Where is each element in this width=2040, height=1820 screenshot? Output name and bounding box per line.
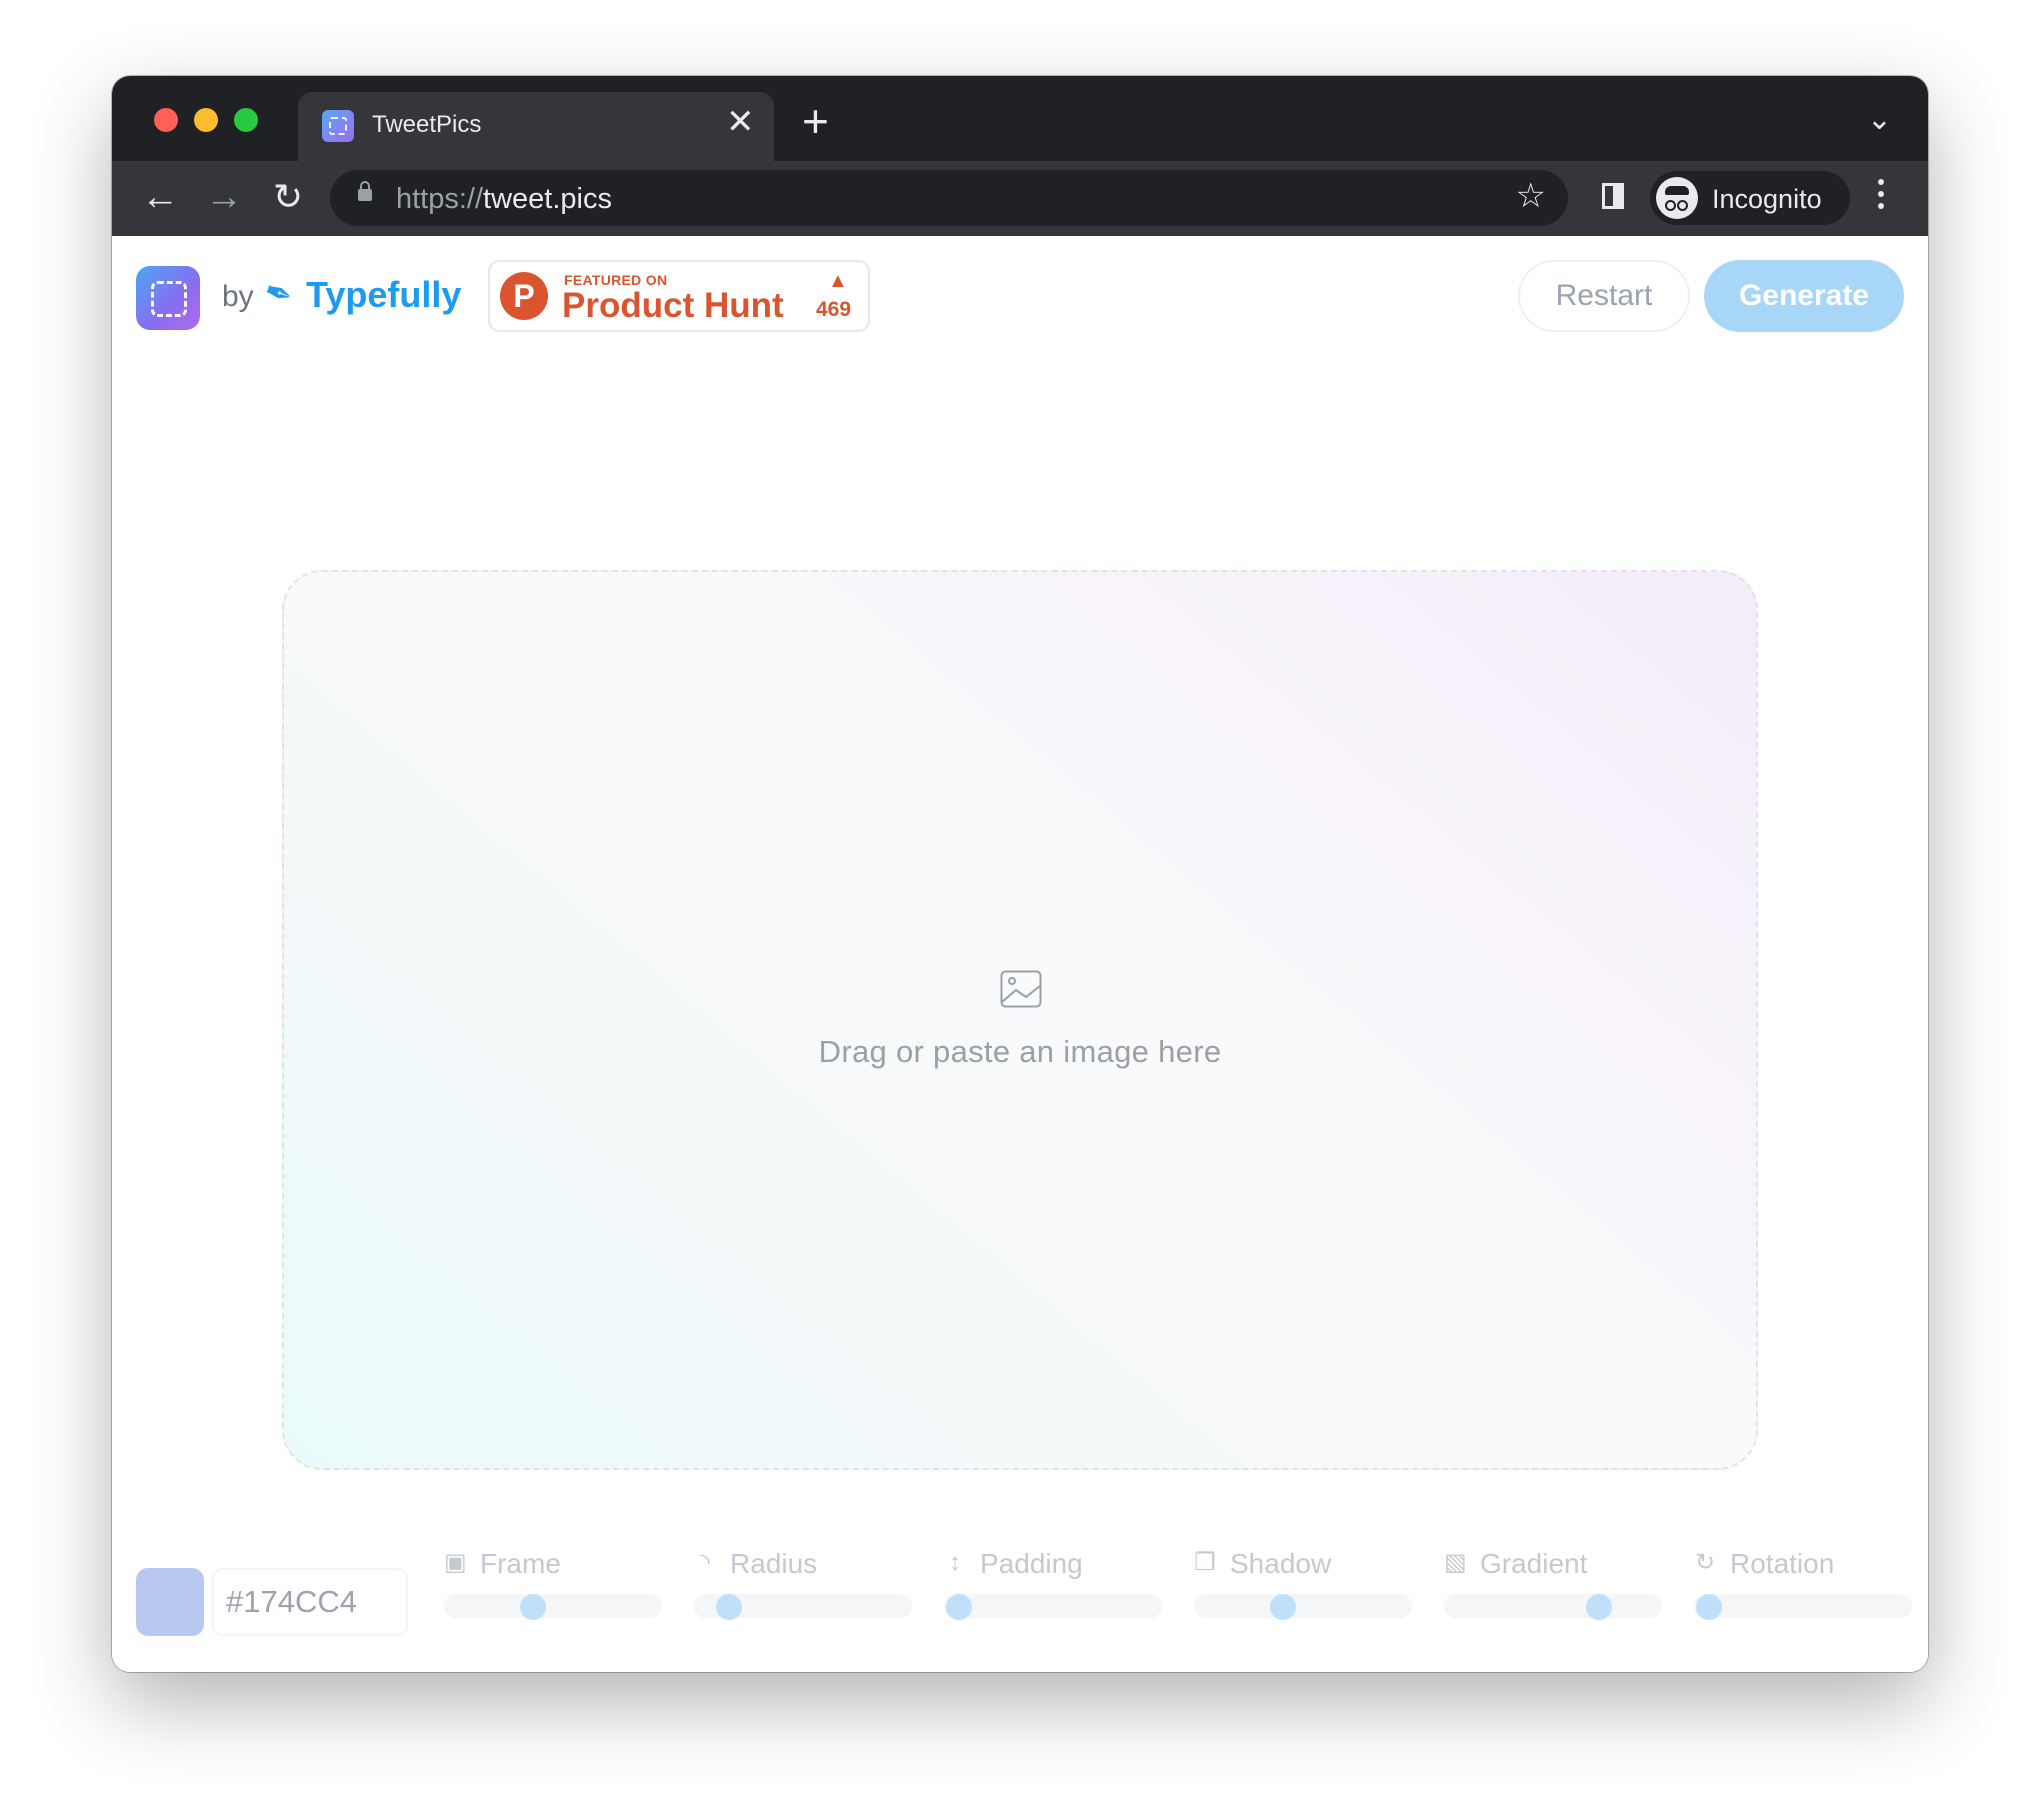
rotation-slider-track[interactable] xyxy=(1694,1594,1912,1618)
browser-menu-icon[interactable] xyxy=(1878,179,1886,215)
forward-arrow-icon[interactable]: → xyxy=(202,175,246,219)
bookmark-star-icon[interactable]: ☆ xyxy=(1516,176,1546,216)
rotation-slider-thumb[interactable] xyxy=(1696,1594,1722,1620)
tab-title: TweetPics xyxy=(372,111,482,138)
rotation-control: ↻ Rotation xyxy=(1694,1548,1912,1622)
gradient-icon: ▧ xyxy=(1444,1549,1467,1576)
incognito-profile-button[interactable]: Incognito xyxy=(1650,171,1850,225)
radius-icon: ◝ xyxy=(700,1549,710,1576)
gradient-slider-track[interactable] xyxy=(1444,1594,1662,1618)
tab-close-icon[interactable]: ✕ xyxy=(726,102,755,142)
radius-slider-thumb[interactable] xyxy=(716,1594,742,1620)
ph-upvote-count: 469 xyxy=(816,298,852,321)
background-color-swatch[interactable] xyxy=(136,1568,204,1636)
restart-button[interactable]: Restart xyxy=(1518,260,1690,332)
url-scheme: https:// xyxy=(396,183,484,215)
reload-icon[interactable]: ↻ xyxy=(266,175,310,219)
radius-label: Radius xyxy=(730,1548,818,1579)
gradient-control: ▧ Gradient xyxy=(1444,1548,1662,1622)
dropzone-prompt: Drag or paste an image here xyxy=(818,1034,1222,1069)
shadow-slider-thumb[interactable] xyxy=(1270,1594,1296,1620)
maximize-window-button[interactable] xyxy=(234,108,258,132)
url-host: tweet.pics xyxy=(483,183,612,215)
tab-search-chevron-icon[interactable]: ⌄ xyxy=(1867,102,1892,137)
browser-tab[interactable]: TweetPics ✕ xyxy=(298,92,774,161)
rotation-label: Rotation xyxy=(1730,1548,1835,1579)
side-panel-icon[interactable] xyxy=(1602,183,1624,209)
page-content: by ✒ Typefully P FEATURED ON Product Hun… xyxy=(112,236,1928,1672)
lock-icon[interactable] xyxy=(358,181,372,201)
shadow-icon: ❐ xyxy=(1194,1549,1216,1576)
frame-label: Frame xyxy=(480,1548,561,1579)
padding-slider-track[interactable] xyxy=(944,1594,1162,1618)
frame-control: ▣ Frame xyxy=(444,1548,662,1622)
tab-strip: TweetPics ✕ + ⌄ xyxy=(112,76,1928,161)
padding-slider-thumb[interactable] xyxy=(946,1594,972,1620)
frame-icon: ▣ xyxy=(444,1549,467,1576)
frame-slider-thumb[interactable] xyxy=(520,1594,546,1620)
ph-name: Product Hunt xyxy=(562,286,784,325)
incognito-icon xyxy=(1656,177,1698,219)
product-hunt-logo-icon: P xyxy=(500,272,548,320)
browser-window: TweetPics ✕ + ⌄ ← → ↻ https://tweet.pics… xyxy=(112,76,1928,1672)
image-placeholder-icon xyxy=(1000,970,1042,1008)
tweetpics-logo[interactable] xyxy=(136,266,200,330)
tab-favicon-icon xyxy=(322,110,354,142)
shadow-slider-track[interactable] xyxy=(1194,1594,1412,1618)
gradient-slider-thumb[interactable] xyxy=(1586,1594,1612,1620)
product-hunt-badge[interactable]: P FEATURED ON Product Hunt ▲ 469 xyxy=(488,260,870,332)
rotation-icon: ↻ xyxy=(1694,1549,1716,1576)
color-hex-input[interactable]: #174CC4 xyxy=(212,1568,408,1636)
upvote-triangle-icon: ▲ xyxy=(828,270,848,292)
minimize-window-button[interactable] xyxy=(194,108,218,132)
back-arrow-icon[interactable]: ← xyxy=(138,175,182,219)
by-label: by xyxy=(222,280,254,313)
frame-slider-track[interactable] xyxy=(444,1594,662,1618)
padding-icon: ↕ xyxy=(949,1549,961,1576)
address-bar[interactable]: https://tweet.pics ☆ xyxy=(330,170,1568,226)
shadow-control: ❐ Shadow xyxy=(1194,1548,1412,1622)
padding-label: Padding xyxy=(980,1548,1083,1579)
generate-button[interactable]: Generate xyxy=(1704,260,1904,332)
gradient-label: Gradient xyxy=(1480,1548,1588,1579)
typefully-quill-icon[interactable]: ✒ xyxy=(258,270,298,317)
typefully-link[interactable]: Typefully xyxy=(306,274,461,316)
close-window-button[interactable] xyxy=(154,108,178,132)
radius-control: ◝ Radius xyxy=(694,1548,912,1622)
shadow-label: Shadow xyxy=(1230,1548,1332,1579)
url-text[interactable]: https://tweet.pics xyxy=(396,183,612,216)
padding-control: ↕ Padding xyxy=(944,1548,1162,1622)
browser-toolbar: ← → ↻ https://tweet.pics ☆ Incognito xyxy=(112,161,1928,236)
new-tab-button[interactable]: + xyxy=(802,98,829,144)
image-dropzone[interactable]: Drag or paste an image here xyxy=(282,570,1758,1470)
incognito-label: Incognito xyxy=(1712,184,1822,214)
